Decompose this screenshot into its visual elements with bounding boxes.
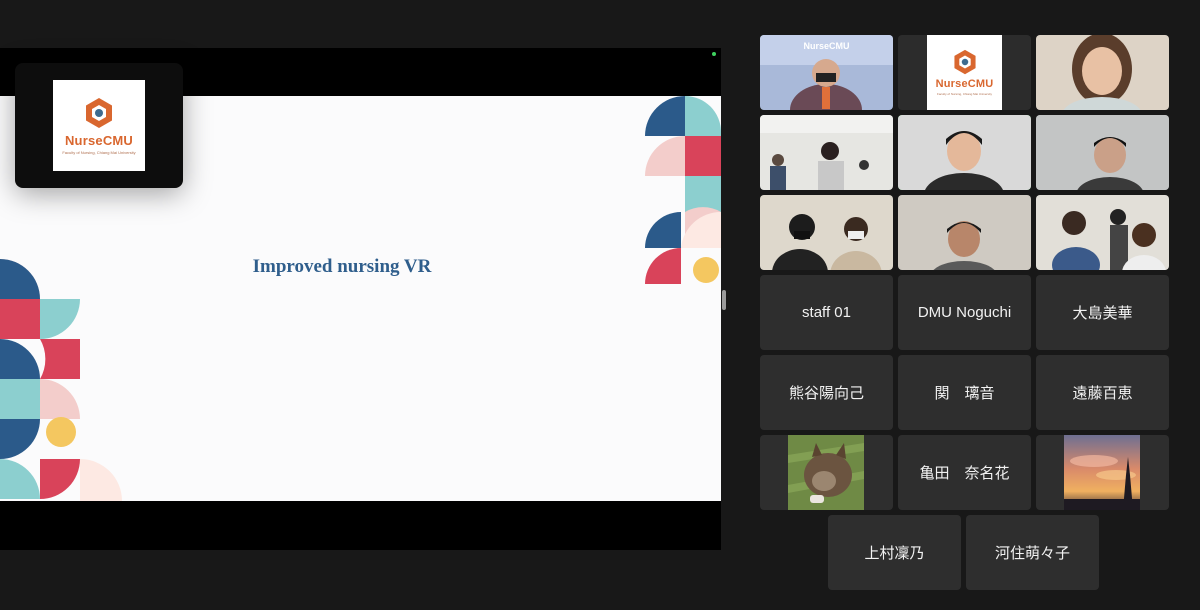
participant-logo-tile[interactable]: NurseCMU Faculty of Nursing, Chiang Mai … [898,35,1031,110]
cat-photo-avatar [788,435,864,510]
hexagon-logo-icon [86,97,112,128]
participant-name: 大島美華 [1072,305,1133,322]
participant-name: DMU Noguchi [917,304,1012,321]
logo-subtext: Faculty of Nursing, Chiang Mai Universit… [936,92,993,96]
active-speaker-video-tile[interactable] [898,115,1031,190]
participant-name: 河住萌々子 [994,545,1070,562]
slide-title: Improved nursing VR [252,256,432,277]
participant-name-tile[interactable]: 熊谷陽向己 [760,355,893,430]
participant-video-feed [898,115,1031,190]
participant-video-feed [760,115,893,190]
participant-video-feed [760,195,893,270]
hexagon-logo-icon [953,49,976,75]
nursecmu-logo: NurseCMU Faculty of Nursing, Chiang Mai … [53,80,145,171]
participant-name: 関 璃音 [934,385,995,402]
logo-text: NurseCMU [935,78,994,90]
participant-video-tile[interactable] [1036,195,1169,270]
participant-name: 熊谷陽向己 [788,385,864,402]
participant-name-tile[interactable]: DMU Noguchi [898,275,1031,350]
sunset-photo-avatar [1064,435,1140,510]
participant-video-tile[interactable] [1036,35,1169,110]
participant-video-feed [1036,115,1169,190]
participant-name: 亀田 奈名花 [919,465,1010,482]
participant-avatar-tile[interactable] [760,435,893,510]
participant-video-tile[interactable] [1036,115,1169,190]
self-view-thumbnail[interactable]: NurseCMU Faculty of Nursing, Chiang Mai … [15,63,183,188]
participant-video-feed [1036,35,1169,110]
tile-watermark-label: NurseCMU [803,41,850,51]
participant-name-tile[interactable]: 河住萌々子 [966,515,1099,590]
slide-decoration-left [0,259,122,501]
participant-name-tile[interactable]: staff 01 [760,275,893,350]
participant-video-tile[interactable]: NurseCMU [760,35,893,110]
participant-name-tile[interactable]: 大島美華 [1036,275,1169,350]
participant-name: staff 01 [802,304,851,321]
sharing-indicator-icon [712,52,716,56]
participant-name-tile[interactable]: 上村凜乃 [828,515,961,590]
logo-subtext: Faculty of Nursing, Chiang Mai Universit… [62,149,136,155]
participant-video-tile[interactable] [760,115,893,190]
participant-avatar-tile[interactable] [1036,435,1169,510]
participant-video-feed [898,195,1031,270]
participant-name-tile[interactable]: 関 璃音 [898,355,1031,430]
participant-name: 遠藤百恵 [1072,385,1133,402]
participant-name-tile[interactable]: 亀田 奈名花 [898,435,1031,510]
nursecmu-logo: NurseCMU Faculty of Nursing, Chiang Mai … [927,35,1002,110]
participant-name: 上村凜乃 [864,545,925,562]
participant-video-tile[interactable] [760,195,893,270]
participant-video-feed [1036,195,1169,270]
logo-text: NurseCMU [64,132,134,148]
panel-resize-handle[interactable] [722,290,726,310]
participant-video-tile[interactable] [898,195,1031,270]
participant-name-tile[interactable]: 遠藤百恵 [1036,355,1169,430]
